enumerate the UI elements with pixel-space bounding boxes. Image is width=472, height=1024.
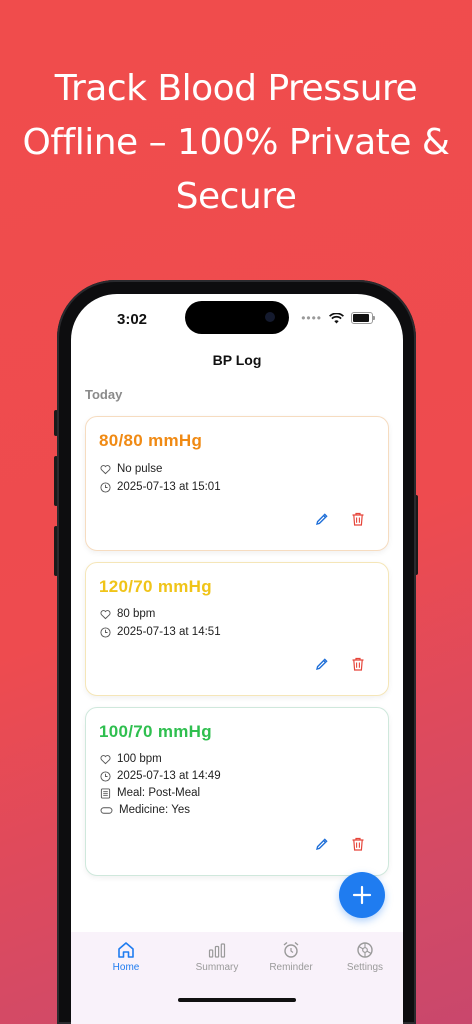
reading-card[interactable]: 80/80 mmHg No pulse 2025-07-13 at 15:01: [85, 416, 389, 551]
datetime-row: 2025-07-13 at 15:01: [100, 481, 221, 493]
medicine-text: Medicine: Yes: [119, 804, 190, 816]
edit-pencil-icon[interactable]: [314, 511, 330, 527]
marketing-headline: Track Blood Pressure Offline – 100% Priv…: [0, 62, 472, 224]
menu-card-icon: [100, 787, 111, 799]
clock-icon: [100, 626, 111, 638]
medicine-row: Medicine: Yes: [100, 804, 190, 816]
camera-icon: [265, 312, 275, 322]
wifi-icon: [329, 312, 344, 323]
battery-icon: [351, 312, 375, 324]
dynamic-island: [185, 301, 289, 334]
pulse-text: 100 bpm: [117, 753, 162, 765]
tab-home[interactable]: Home: [91, 940, 161, 973]
tab-settings[interactable]: Settings: [330, 940, 400, 973]
datetime-text: 2025-07-13 at 14:49: [117, 770, 221, 782]
edit-pencil-icon[interactable]: [314, 836, 330, 852]
app-screen: 3:02 •••• BP Log Today 80/80 mmHg No pul…: [71, 294, 403, 1024]
page-title: BP Log: [212, 352, 262, 368]
add-reading-button[interactable]: [339, 872, 385, 918]
section-label-today: Today: [85, 387, 123, 402]
home-indicator: [178, 998, 296, 1002]
status-icons: ••••: [301, 311, 375, 325]
tab-home-label: Home: [112, 962, 140, 973]
signal-dots-icon: ••••: [301, 311, 322, 325]
bp-value: 80/80 mmHg: [99, 431, 203, 450]
pulse-row: No pulse: [100, 463, 162, 475]
pulse-text: No pulse: [117, 463, 163, 475]
clock-icon: [100, 770, 111, 782]
tab-reminder[interactable]: Reminder: [256, 940, 326, 973]
plus-icon: [352, 885, 372, 905]
bp-value: 120/70 mmHg: [99, 577, 212, 596]
datetime-text: 2025-07-13 at 14:51: [117, 626, 221, 638]
heart-icon: [100, 754, 111, 764]
pulse-text: 80 bpm: [117, 608, 156, 620]
edit-pencil-icon[interactable]: [314, 656, 330, 672]
headline-line-3: Secure: [175, 176, 297, 217]
pill-icon: [100, 806, 113, 814]
status-time: 3:02: [117, 311, 148, 328]
headline-line-1: Track Blood Pressure: [54, 68, 418, 109]
reading-card[interactable]: 100/70 mmHg 100 bpm 2025-07-13 at 14:49 …: [85, 707, 389, 876]
delete-trash-icon[interactable]: [350, 836, 366, 852]
reading-card[interactable]: 120/70 mmHg 80 bpm 2025-07-13 at 14:51: [85, 562, 389, 696]
alarm-clock-icon: [283, 941, 299, 958]
heart-icon: [100, 609, 111, 619]
bp-value: 100/70 mmHg: [99, 722, 212, 741]
tab-bar: Home Summary Reminder Settings: [71, 932, 403, 1024]
datetime-row: 2025-07-13 at 14:51: [100, 626, 221, 638]
tab-summary-label: Summary: [195, 962, 239, 973]
clock-icon: [100, 481, 111, 493]
delete-trash-icon[interactable]: [350, 511, 366, 527]
delete-trash-icon[interactable]: [350, 656, 366, 672]
datetime-text: 2025-07-13 at 15:01: [117, 481, 221, 493]
datetime-row: 2025-07-13 at 14:49: [100, 770, 221, 782]
pulse-row: 80 bpm: [100, 608, 155, 620]
heart-icon: [100, 464, 111, 474]
meal-row: Meal: Post-Meal: [100, 787, 200, 799]
home-icon: [118, 942, 134, 958]
tab-settings-label: Settings: [346, 962, 384, 973]
tab-summary[interactable]: Summary: [182, 940, 252, 973]
pulse-row: 100 bpm: [100, 753, 162, 765]
headline-line-2: Offline – 100% Private &: [22, 122, 450, 163]
bar-chart-icon: [208, 943, 226, 958]
meal-text: Meal: Post-Meal: [117, 787, 201, 799]
tab-reminder-label: Reminder: [269, 962, 313, 973]
gear-icon: [357, 942, 373, 958]
